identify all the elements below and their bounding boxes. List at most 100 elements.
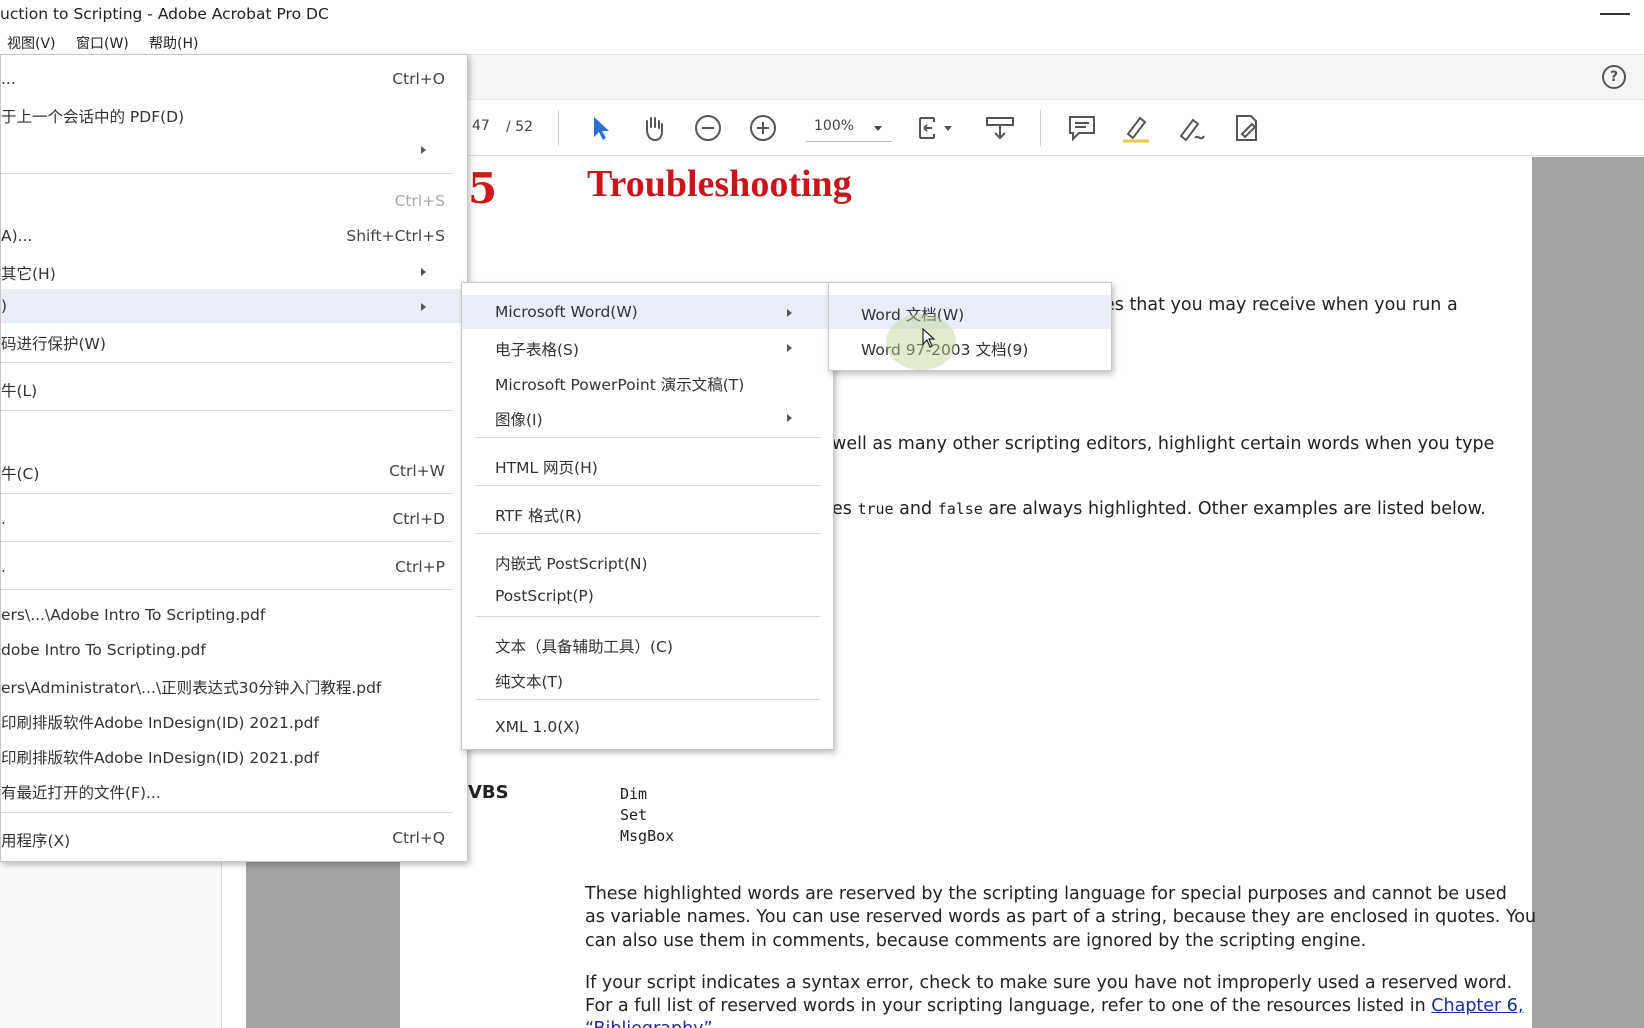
window-title: uction to Scripting - Adobe Acrobat Pro … [0,5,329,23]
export-submenu: Microsoft Word(W) 电子表格(S) Microsoft Powe… [461,282,834,750]
submenu-item-microsoft-word[interactable]: Microsoft Word(W) [462,295,833,329]
menu-bar: 视图(V) 窗口(W) 帮助(H) [0,30,1644,54]
submenu-item-word-document[interactable]: Word 文档(W) [829,295,1111,329]
zoom-select[interactable]: 100% [806,112,892,142]
submenu-item-word-97-2003[interactable]: Word 97-2003 文档(9) [829,330,1111,364]
menu-item-close-file[interactable]: 牛(C) Ctrl+W [1,454,467,488]
submenu-item-xml[interactable]: XML 1.0(X) [462,710,833,744]
menu-item-create[interactable] [1,132,467,166]
fill-sign-icon[interactable] [1230,112,1262,144]
chevron-right-icon [787,344,792,352]
recent-file-item[interactable]: ers\...\Adobe Intro To Scripting.pdf [1,598,467,632]
bibliography-link-text[interactable]: “Bibliography” [585,1019,713,1028]
menu-window[interactable]: 窗口(W) [76,33,129,53]
menu-item-save-as-other[interactable]: 其它(H) [1,254,467,288]
paragraph-3: es true and false are always highlighted… [832,499,1486,519]
menu-separator [1,812,453,813]
vbs-word: Dim [620,785,648,803]
mouse-cursor-icon [922,328,936,348]
menu-separator [476,437,820,438]
highlight-icon[interactable] [1120,112,1152,144]
recent-file-item[interactable]: 印刷排版软件Adobe InDesign(ID) 2021.pdf [1,738,467,772]
submenu-item-accessible-text[interactable]: 文本（具备辅助工具）(C) [462,627,833,661]
keyword-false: false [937,500,983,518]
zoom-value: 100% [814,118,855,134]
menu-separator [1,173,453,174]
submenu-item-image[interactable]: 图像(I) [462,400,833,434]
submenu-item-html[interactable]: HTML 网页(H) [462,448,833,482]
bibliography-link[interactable]: “Bibliography” [585,1019,713,1028]
word-submenu: Word 文档(W) Word 97-2003 文档(9) [828,282,1112,371]
menu-item-print[interactable]: . Ctrl+P [1,550,467,584]
menu-item-exit[interactable]: 用程序(X) Ctrl+Q [1,821,467,855]
menu-separator [476,485,820,486]
recent-file-item[interactable]: ers\Administrator\...\正则表达式30分钟入门教程.pdf [1,668,467,702]
paragraph-5-text: For a full list of reserved words in you… [585,996,1426,1016]
minimize-icon[interactable] [1600,13,1630,15]
menu-separator [476,533,820,534]
menu-separator [1,589,453,590]
menu-item-protect-password[interactable]: 码进行保护(W) [1,324,467,358]
help-icon[interactable]: ? [1602,65,1626,89]
menu-item-reopen-session[interactable]: 于上一个会话中的 PDF(D) [1,97,467,131]
vbs-word: MsgBox [620,827,675,845]
scroll-mode-icon[interactable] [984,112,1016,144]
menu-item-blank[interactable] [1,419,467,453]
comment-icon[interactable] [1066,112,1098,144]
menu-item-save: Ctrl+S [394,192,445,210]
chapter-title: Troubleshooting [587,163,852,205]
paragraph-4-line: can also use them in comments, because c… [585,931,1367,951]
menu-separator [476,699,820,700]
paragraph-1-tail: es that you may receive when you run a [1104,295,1458,315]
fit-page-icon[interactable] [914,112,960,144]
chapter-number: 5 [468,164,498,213]
paragraph-2-tail: well as many other scripting editors, hi… [832,434,1495,454]
toolbar-divider [558,110,559,146]
submenu-item-eps[interactable]: 内嵌式 PostScript(N) [462,544,833,578]
menu-item-open[interactable]: ... Ctrl+O [1,62,467,96]
zoom-out-icon[interactable] [692,112,724,144]
toolbar-divider [1040,110,1041,146]
menu-item-send-file[interactable]: 牛(L) [1,371,467,405]
submenu-item-plain-text[interactable]: 纯文本(T) [462,662,833,696]
chevron-right-icon [421,146,426,154]
title-bar: uction to Scripting - Adobe Acrobat Pro … [0,0,1644,30]
zoom-in-icon[interactable] [747,112,779,144]
paragraph-5-line: If your script indicates a syntax error,… [585,973,1513,993]
menu-separator [1,541,453,542]
hand-icon[interactable] [638,112,670,144]
keyword-true: true [857,500,894,518]
paragraph-4-line: as variable names. You can use reserved … [585,907,1537,927]
menu-separator [1,493,453,494]
sign-icon[interactable] [1175,112,1207,144]
submenu-item-powerpoint[interactable]: Microsoft PowerPoint 演示文稿(T) [462,365,833,399]
menu-item-all-recent-files[interactable]: 有最近打开的文件(F)... [1,773,467,807]
submenu-item-rtf[interactable]: RTF 格式(R) [462,496,833,530]
chevron-right-icon [421,303,426,311]
vbs-word: Set [620,806,648,824]
recent-file-item[interactable]: dobe Intro To Scripting.pdf [1,633,467,667]
chevron-right-icon [421,268,426,276]
menu-view[interactable]: 视图(V) [7,33,56,53]
chevron-down-icon [874,126,882,131]
vbs-label: VBS [468,782,509,803]
menu-item-save-as[interactable]: A)... Shift+Ctrl+S [1,219,467,253]
paragraph-4-line: These highlighted words are reserved by … [585,884,1507,904]
menu-separator [476,616,820,617]
menu-separator [1,362,453,363]
page-number-input[interactable]: 47 [466,116,504,140]
paragraph-3-and: and [899,499,933,519]
paragraph-3-prefix: es [832,499,852,519]
submenu-item-spreadsheet[interactable]: 电子表格(S) [462,330,833,364]
recent-file-item[interactable]: 印刷排版软件Adobe InDesign(ID) 2021.pdf [1,703,467,737]
menu-item-export-to[interactable]: ) [1,289,467,323]
file-menu: ... Ctrl+O 于上一个会话中的 PDF(D) Ctrl+S A)... … [0,54,468,862]
chapter-6-link[interactable]: Chapter 6, [1431,996,1523,1016]
paragraph-3-suffix: are always highlighted. Other examples a… [988,499,1486,519]
chevron-right-icon [787,309,792,317]
paragraph-5-line: For a full list of reserved words in you… [585,996,1524,1016]
menu-item-properties[interactable]: . Ctrl+D [1,502,467,536]
submenu-item-postscript[interactable]: PostScript(P) [462,579,833,613]
select-arrow-icon[interactable] [584,112,616,144]
menu-help[interactable]: 帮助(H) [149,33,198,53]
